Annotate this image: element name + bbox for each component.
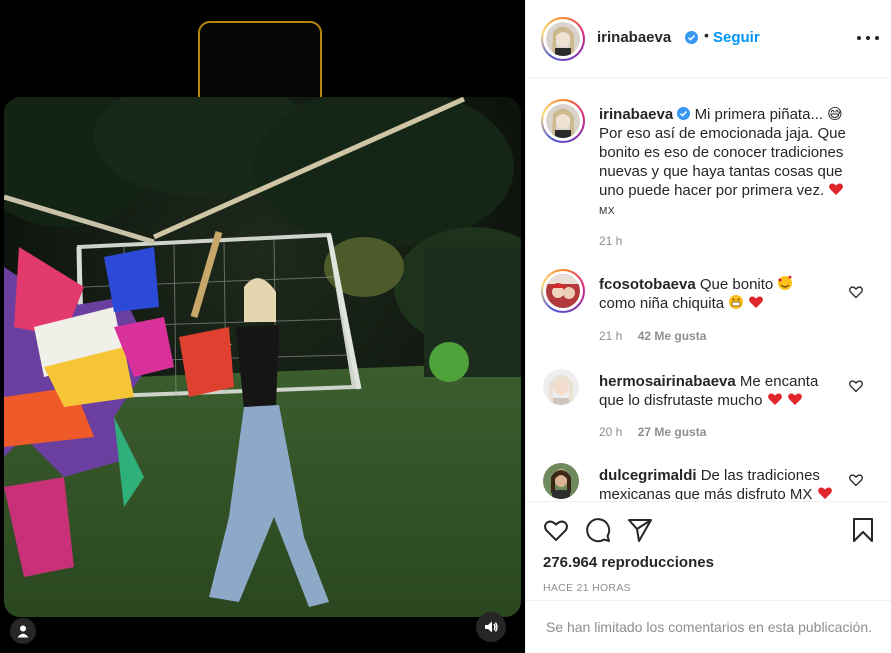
comments-list[interactable]: irinabaeva Mi primera piñata... 😅 Por es… — [526, 79, 891, 500]
video-scene — [4, 97, 521, 617]
more-icon — [857, 36, 861, 40]
heart-icon[interactable] — [848, 284, 864, 300]
comment-line-1: De las tradiciones — [700, 467, 820, 484]
comment-icon[interactable] — [584, 516, 612, 544]
comment-text: hermosairinabaeva Me encanta que lo disf… — [599, 372, 849, 410]
comment-time[interactable]: 20 h — [599, 425, 622, 439]
heart-icon[interactable] — [848, 378, 864, 394]
comment-meta: 20 h 27 Me gusta — [599, 425, 706, 439]
author-username[interactable]: irinabaeva — [597, 29, 671, 46]
comment-text: fcosotobaeva Que bonito como niña chiqui… — [599, 275, 849, 313]
comment-avatar[interactable] — [541, 269, 585, 313]
red-heart-emoji — [787, 393, 802, 405]
comment-username[interactable]: dulcegrimaldi — [599, 467, 697, 484]
caption-meta: 21 h — [599, 234, 622, 248]
heart-icon[interactable] — [542, 516, 570, 544]
user-icon — [17, 625, 29, 638]
caption-line-3: bonito es eso de conocer tradiciones — [599, 144, 844, 161]
post-view: irinabaeva • Seguir irinabaeva Mi primer… — [0, 0, 891, 653]
comment-avatar[interactable] — [543, 369, 579, 405]
comment-username[interactable]: hermosairinabaeva — [599, 373, 736, 390]
caption-line-2: Por eso así de emocionada jaja. Que — [599, 125, 846, 142]
comment-meta: 21 h 42 Me gusta — [599, 329, 706, 343]
comment-username[interactable]: fcosotobaeva — [599, 276, 696, 293]
red-heart-emoji — [767, 393, 782, 405]
share-icon[interactable] — [626, 516, 654, 544]
smiling-hearts-emoji — [778, 275, 793, 290]
comment-line-2: que lo disfrutaste mucho — [599, 392, 763, 409]
more-options-button[interactable] — [857, 28, 879, 48]
sound-icon — [485, 621, 498, 633]
tagged-user-button[interactable] — [10, 618, 36, 644]
author-avatar[interactable] — [541, 17, 585, 61]
comment-time[interactable]: 21 h — [599, 329, 622, 343]
comment-line-2: como niña chiquita — [599, 295, 725, 312]
caption-time[interactable]: 21 h — [599, 234, 622, 248]
red-heart-emoji — [817, 487, 832, 499]
post-date[interactable]: HACE 21 HORAS — [543, 582, 631, 594]
post-side-panel: irinabaeva • Seguir irinabaeva Mi primer… — [525, 0, 891, 653]
verified-icon — [685, 31, 698, 44]
heart-icon[interactable] — [848, 472, 864, 488]
comment-line-1: Me encanta — [739, 373, 819, 390]
comment-avatar[interactable] — [543, 463, 579, 499]
bookmark-icon[interactable] — [849, 516, 877, 544]
video-panel[interactable] — [0, 0, 525, 653]
red-heart-emoji — [749, 296, 764, 308]
caption-text: irinabaeva Mi primera piñata... 😅 Por es… — [599, 105, 869, 221]
caption-line-4: nuevas y que haya tantas cosas que — [599, 163, 843, 180]
header-separator: • — [704, 27, 709, 43]
follow-button[interactable]: Seguir — [713, 29, 760, 46]
caption-flag: MX — [599, 206, 615, 217]
author-avatar-image — [546, 22, 580, 56]
comment-text: dulcegrimaldi De las tradiciones mexican… — [599, 466, 849, 500]
caption-username[interactable]: irinabaeva — [599, 106, 673, 123]
caption-avatar[interactable] — [541, 99, 585, 143]
view-count[interactable]: 276.964 reproducciones — [543, 554, 714, 571]
sound-toggle-button[interactable] — [476, 612, 506, 642]
comment-likes[interactable]: 42 Me gusta — [638, 329, 707, 343]
grinning-emoji — [729, 295, 744, 309]
red-heart-emoji — [829, 183, 844, 195]
comment-line-2: mexicanas que más disfruto MX — [599, 486, 813, 500]
post-actions: 276.964 reproducciones HACE 21 HORAS — [526, 501, 891, 599]
comments-limited-notice: Se han limitado los comentarios en esta … — [526, 600, 891, 653]
post-header: irinabaeva • Seguir — [526, 0, 891, 78]
comment-likes[interactable]: 27 Me gusta — [638, 425, 707, 439]
comment-line-1: Que bonito — [699, 276, 774, 293]
caption-line-1: Mi primera piñata... 😅 — [694, 106, 843, 123]
video-frame[interactable] — [4, 97, 521, 617]
verified-icon — [677, 107, 691, 120]
caption-line-5: uno puede hacer por primera vez. — [599, 182, 825, 199]
